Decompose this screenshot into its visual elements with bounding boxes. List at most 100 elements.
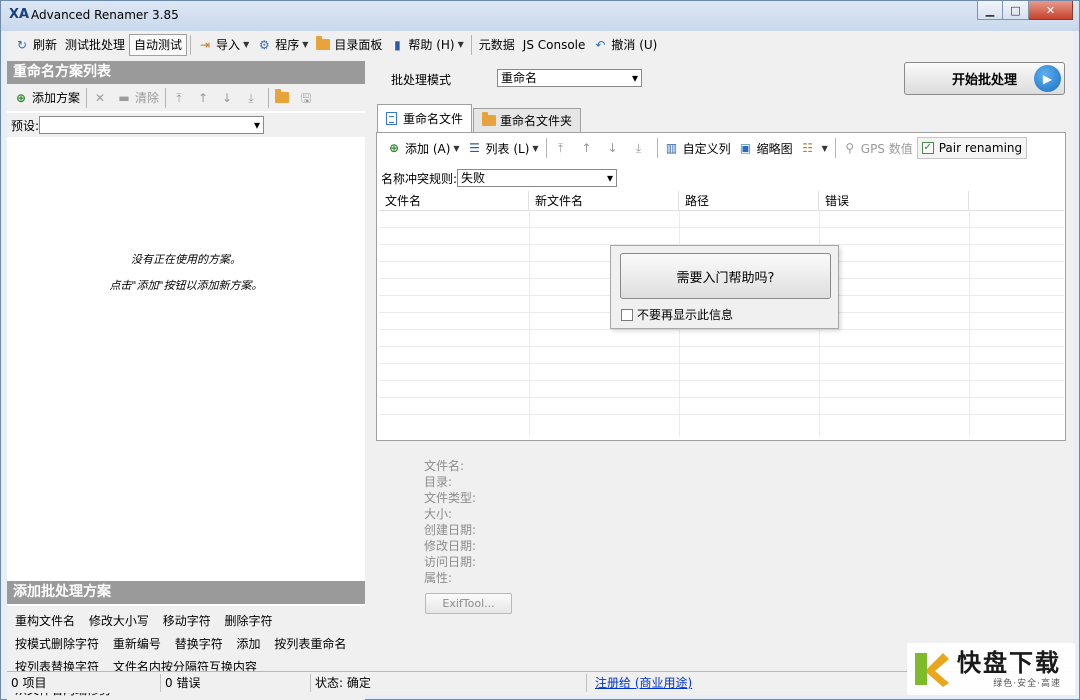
test-batch-button[interactable]: 测试批处理 — [61, 34, 129, 56]
methods-list-header: 重命名方案列表 — [7, 61, 365, 84]
batch-mode-select[interactable]: 重命名 — [497, 69, 642, 87]
remove-method-button[interactable]: ✕ — [90, 91, 114, 105]
status-state: 状态: 确定 — [311, 673, 587, 692]
column-header-error[interactable]: 错误 — [819, 191, 969, 211]
preset-select[interactable] — [39, 116, 265, 134]
method-link[interactable]: 按模式删除字符 — [15, 637, 99, 651]
method-link[interactable]: 按列表重命名 — [274, 637, 346, 651]
dir-panel-button[interactable]: 目录面板 — [312, 34, 386, 56]
js-console-button[interactable]: JS Console — [519, 34, 590, 56]
batch-mode-bar: 批处理模式 重命名 开始批处理 ▶ — [375, 61, 1073, 109]
info-label-filetype: 文件类型: — [424, 491, 477, 505]
close-icon: ✕ — [1045, 3, 1056, 17]
folder-icon — [275, 89, 290, 103]
pair-renaming-toggle[interactable]: ✓ Pair renaming — [916, 137, 1028, 159]
list-icon: ☰ — [469, 141, 480, 155]
tab-rename-files[interactable]: 重命名文件 — [377, 104, 473, 132]
move-top-icon: ⤒ — [557, 141, 564, 155]
open-preset-button[interactable] — [272, 89, 296, 103]
method-link[interactable]: 删除字符 — [225, 614, 273, 628]
program-icon: ⚙ — [258, 37, 270, 52]
chevron-down-icon: ▼ — [243, 40, 250, 49]
program-menu[interactable]: ⚙ 程序 ▼ — [253, 34, 312, 56]
view-list-icon: ☷ — [802, 141, 813, 155]
table-row — [379, 347, 1064, 364]
checkbox-icon: ✓ — [921, 142, 934, 154]
move-top-button[interactable]: ⤒ — [169, 91, 193, 105]
thumbnails-button[interactable]: ▣ 缩略图 — [735, 140, 797, 157]
pair-renaming-label: Pair renaming — [938, 141, 1023, 155]
registration-link[interactable]: 注册给 (商业用途) — [587, 674, 692, 691]
gps-values-button[interactable]: ⚲ GPS 数值 — [839, 140, 917, 157]
client-area: ↻ 刷新 测试批处理 自动测试 ⇥ 导入 ▼ ⚙ 程序 ▼ 目录面板 ▮ 帮助 … — [7, 31, 1073, 700]
method-link[interactable]: 添加 — [237, 637, 261, 651]
batch-mode-label: 批处理模式 — [391, 73, 452, 87]
move-bottom-button[interactable]: ⤓ — [628, 141, 654, 155]
help-menu[interactable]: ▮ 帮助 (H) ▼ — [386, 34, 467, 56]
save-preset-button[interactable]: 🖫 — [296, 91, 320, 105]
watermark-logo: K 快盘下载 绿色·安全·高速 — [907, 643, 1075, 695]
column-header-filename[interactable]: 文件名 — [379, 191, 529, 211]
metadata-label: 元数据 — [478, 38, 515, 52]
dont-show-again-checkbox[interactable]: 不要再显示此信息 — [621, 306, 733, 323]
get-started-help-button[interactable]: 需要入门帮助吗? — [620, 253, 831, 299]
column-header-path[interactable]: 路径 — [679, 191, 819, 211]
tab-rename-folders[interactable]: 重命名文件夹 — [473, 108, 582, 132]
method-link[interactable]: 修改大小写 — [89, 614, 149, 628]
move-down-button[interactable]: ↓ — [602, 141, 628, 155]
move-top-icon: ⤒ — [176, 90, 182, 105]
exiftool-button[interactable]: ExifTool... — [425, 593, 512, 614]
add-method-button[interactable]: ⊕ 添加方案 — [11, 89, 83, 106]
arrow-up-icon: ↑ — [581, 141, 592, 155]
arrow-up-icon: ↑ — [198, 90, 209, 105]
title-bar[interactable]: XA Advanced Renamer 3.85 ▁ □ ✕ — [1, 1, 1079, 31]
toolbar-divider — [190, 34, 192, 55]
toolbar-divider — [545, 138, 547, 158]
js-console-label: JS Console — [522, 37, 586, 52]
start-batch-label: 开始批处理 — [951, 73, 1017, 88]
conflict-rule-row: 名称冲突规则: 失败 — [381, 168, 618, 188]
move-top-button[interactable]: ⤒ — [550, 141, 576, 155]
close-button[interactable]: ✕ — [1029, 1, 1073, 20]
clear-methods-button[interactable]: ▬ 清除 — [114, 89, 162, 106]
import-label: 导入 — [216, 38, 241, 52]
info-label-directory: 目录: — [424, 475, 453, 489]
start-batch-button[interactable]: 开始批处理 ▶ — [904, 62, 1065, 95]
files-toolbar: ⊕ 添加 (A) ▼ ☰ 列表 (L) ▼ ⤒ ↑ ↓ ⤓ ▥ 自定义列 ▣ 缩… — [377, 133, 1065, 163]
auto-test-label: 自动测试 — [134, 38, 183, 52]
import-menu[interactable]: ⇥ 导入 ▼ — [194, 34, 253, 56]
watermark-tagline: 绿色·安全·高速 — [993, 678, 1061, 689]
move-up-button[interactable]: ↑ — [193, 91, 217, 105]
maximize-button[interactable]: □ — [1003, 1, 1029, 20]
dont-show-label: 不要再显示此信息 — [637, 308, 734, 322]
method-link[interactable]: 重构文件名 — [15, 614, 75, 628]
method-link[interactable]: 移动字符 — [163, 614, 211, 628]
custom-columns-button[interactable]: ▥ 自定义列 — [661, 140, 735, 157]
refresh-button[interactable]: ↻ 刷新 — [11, 34, 61, 56]
gps-label: GPS 数值 — [860, 141, 913, 156]
column-header-new-filename[interactable]: 新文件名 — [529, 191, 679, 211]
method-link[interactable]: 替换字符 — [175, 637, 223, 651]
move-bottom-icon: ⤓ — [248, 90, 254, 105]
method-link[interactable]: 重新编号 — [113, 637, 161, 651]
batch-methods-header: 添加批处理方案 — [7, 581, 365, 604]
gps-pin-icon: ⚲ — [845, 141, 855, 155]
view-mode-menu[interactable]: ☷ ▼ — [797, 141, 832, 155]
move-bottom-button[interactable]: ⤓ — [241, 91, 265, 105]
move-down-button[interactable]: ↓ — [217, 91, 241, 105]
toolbar-divider — [268, 87, 270, 108]
minimize-button[interactable]: ▁ — [977, 1, 1003, 20]
conflict-rule-select[interactable]: 失败 — [457, 169, 618, 187]
undo-button[interactable]: ↶ 撤消 (U) — [589, 34, 661, 56]
batch-methods-row: 重构文件名 修改大小写 移动字符 删除字符 — [15, 610, 357, 633]
list-menu[interactable]: ☰ 列表 (L) ▼ — [464, 140, 543, 157]
auto-test-toggle[interactable]: 自动测试 — [129, 33, 188, 56]
move-up-button[interactable]: ↑ — [576, 141, 602, 155]
add-method-label: 添加方案 — [32, 91, 81, 105]
add-files-menu[interactable]: ⊕ 添加 (A) ▼ — [383, 140, 464, 157]
window-controls: ▁ □ ✕ — [977, 1, 1073, 20]
watermark-text: 快盘下载 绿色·安全·高速 — [957, 650, 1061, 689]
toolbar-divider — [86, 87, 88, 108]
chevron-down-icon: ▼ — [453, 143, 460, 153]
metadata-button[interactable]: 元数据 — [475, 34, 519, 56]
